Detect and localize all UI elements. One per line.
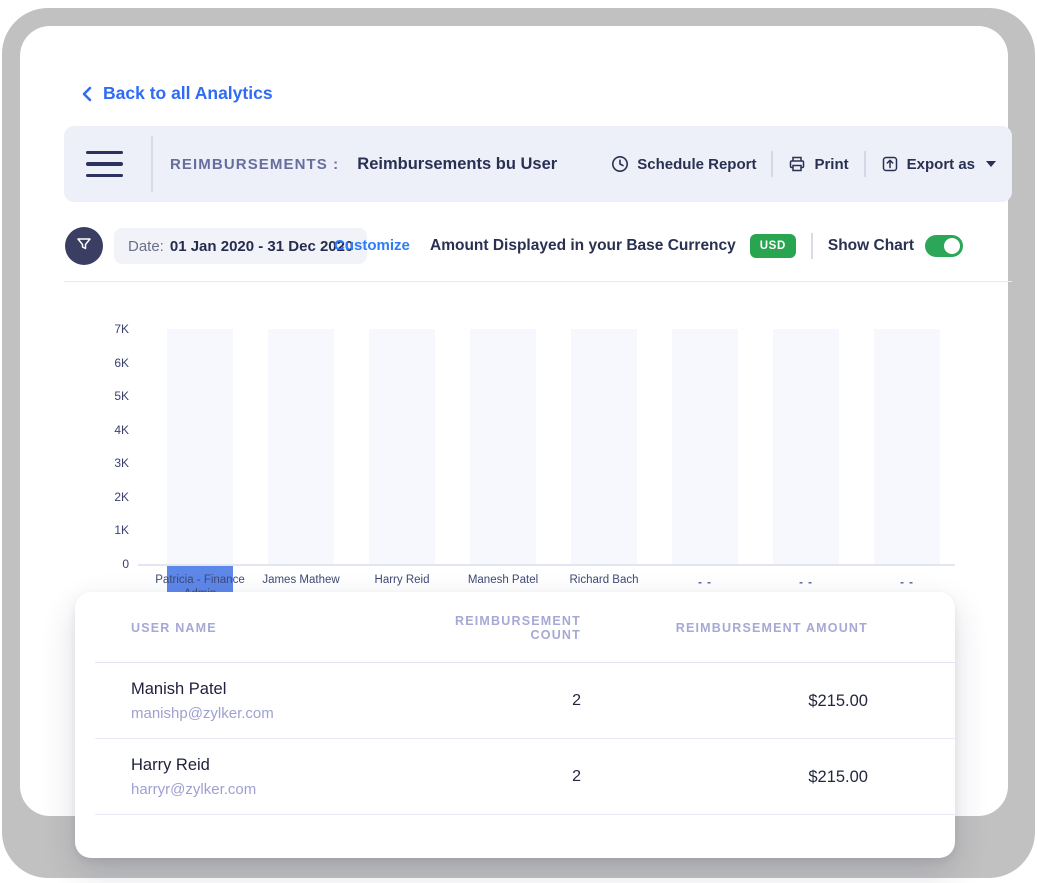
- report-header-bar: REIMBURSEMENTS : Reimbursements bu User …: [64, 126, 1012, 202]
- y-axis-tick-label: 2K: [105, 490, 129, 504]
- user-cell: Harry Reid harryr@zylker.com: [131, 756, 451, 798]
- header-action-separator: [864, 151, 866, 177]
- bar-track: [470, 329, 536, 564]
- date-range-value: 01 Jan 2020 - 31 Dec 2020: [170, 238, 353, 255]
- column-header-reimbursement-amount: REIMBURSEMENT AMOUNT: [581, 621, 868, 635]
- bar-track: [167, 329, 233, 564]
- report-title: Reimbursements bu User: [357, 155, 557, 174]
- export-icon: [881, 155, 899, 173]
- y-axis-tick-label: 0: [105, 557, 129, 571]
- hamburger-bar: [86, 151, 123, 155]
- bar-track: [268, 329, 334, 564]
- schedule-report-label: Schedule Report: [637, 156, 756, 173]
- x-axis-category-label: Richard Bach: [549, 573, 659, 587]
- chevron-down-icon: [986, 161, 996, 167]
- filter-button[interactable]: [65, 227, 103, 265]
- x-axis-category-label: Harry Reid: [347, 573, 457, 587]
- date-range-filter[interactable]: Date: 01 Jan 2020 - 31 Dec 2020: [114, 228, 367, 264]
- bar-track: [571, 329, 637, 564]
- y-axis-tick-label: 5K: [105, 389, 129, 403]
- y-axis-tick-label: 3K: [105, 456, 129, 470]
- x-axis-category-label: - -: [751, 576, 861, 590]
- funnel-icon: [76, 236, 92, 257]
- x-axis-category-label: James Mathew: [246, 573, 356, 587]
- table-row: Manish Patel manishp@zylker.com2$215.00: [131, 663, 868, 739]
- x-axis-category-label: Manesh Patel: [448, 573, 558, 587]
- user-email: harryr@zylker.com: [131, 781, 451, 798]
- show-chart-toggle[interactable]: [925, 235, 963, 257]
- print-label: Print: [814, 156, 848, 173]
- section-divider: [64, 281, 1012, 282]
- show-chart-label: Show Chart: [828, 237, 914, 255]
- bar-track: [874, 329, 940, 564]
- x-axis-category-label: - -: [852, 576, 962, 590]
- filter-right-group: Amount Displayed in your Base Currency U…: [430, 227, 963, 265]
- date-label: Date:: [128, 238, 164, 255]
- report-category-label: REIMBURSEMENTS :: [170, 156, 339, 173]
- page: Back to all Analytics REIMBURSEMENTS : R…: [0, 0, 1037, 883]
- export-as-button[interactable]: Export as: [881, 155, 996, 173]
- reimbursement-table-card: USER NAME REIMBURSEMENT COUNT REIMBURSEM…: [75, 592, 955, 858]
- y-axis-tick-label: 4K: [105, 423, 129, 437]
- menu-button[interactable]: [86, 147, 123, 182]
- header-divider: [151, 136, 153, 192]
- bar-track: [672, 329, 738, 564]
- reimbursement-bar-chart: 7K6K5K4K3K2K1K0 Patricia - Finance Admin…: [105, 322, 955, 622]
- bar-track: [369, 329, 435, 564]
- chevron-left-icon: [80, 86, 94, 102]
- clock-icon: [611, 155, 629, 173]
- print-button[interactable]: Print: [788, 155, 848, 173]
- printer-icon: [788, 155, 806, 173]
- hamburger-bar: [86, 174, 123, 178]
- reimbursement-amount-value: $215.00: [581, 768, 868, 787]
- user-name: Harry Reid: [131, 756, 451, 775]
- table-row: Harry Reid harryr@zylker.com2$215.00: [131, 739, 868, 815]
- reimbursement-amount-value: $215.00: [581, 692, 868, 711]
- y-axis-tick-label: 7K: [105, 322, 129, 336]
- user-email: manishp@zylker.com: [131, 705, 451, 722]
- currency-badge: USD: [750, 234, 796, 258]
- reimbursement-count-value: 2: [451, 692, 581, 710]
- back-link-label: Back to all Analytics: [103, 83, 273, 104]
- reimbursement-count-value: 2: [451, 768, 581, 786]
- back-to-analytics-link[interactable]: Back to all Analytics: [80, 83, 273, 104]
- column-header-user-name: USER NAME: [131, 621, 451, 635]
- column-header-reimbursement-count: REIMBURSEMENT COUNT: [451, 614, 581, 642]
- toggle-knob: [944, 238, 960, 254]
- base-currency-note: Amount Displayed in your Base Currency: [430, 237, 736, 255]
- user-name: Manish Patel: [131, 680, 451, 699]
- hamburger-bar: [86, 162, 123, 166]
- y-axis-tick-label: 6K: [105, 356, 129, 370]
- customize-link[interactable]: Customize: [334, 237, 410, 254]
- header-action-separator: [771, 151, 773, 177]
- y-axis-tick-label: 1K: [105, 523, 129, 537]
- user-cell: Manish Patel manishp@zylker.com: [131, 680, 451, 722]
- x-axis-category-label: - -: [650, 576, 760, 590]
- filter-separator: [811, 233, 813, 259]
- export-as-label: Export as: [907, 156, 975, 173]
- table-header-row: USER NAME REIMBURSEMENT COUNT REIMBURSEM…: [131, 592, 868, 663]
- chart-x-axis-line: [138, 564, 955, 566]
- schedule-report-button[interactable]: Schedule Report: [611, 155, 756, 173]
- table-body: Manish Patelmanishp@zylker.com2$215.00Ha…: [131, 663, 868, 815]
- bar-track: [773, 329, 839, 564]
